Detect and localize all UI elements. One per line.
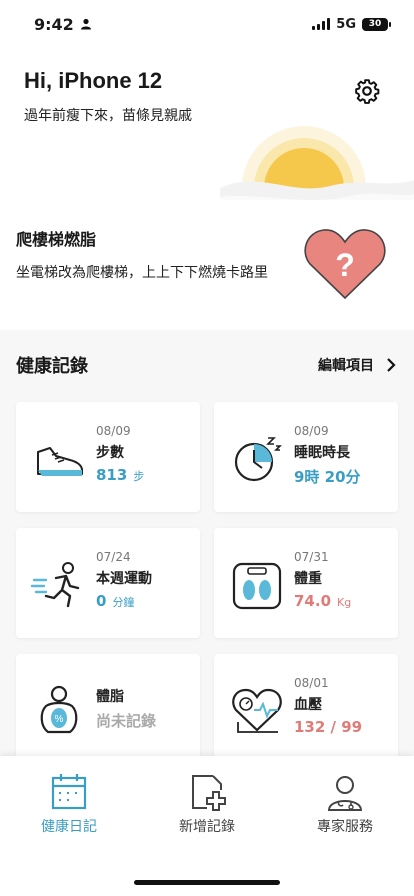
card-date: 08/09 [96, 424, 131, 438]
calendar-icon [51, 774, 87, 810]
card-value: 132 / 99 [294, 718, 363, 736]
card-date: 08/01 [294, 676, 329, 690]
records-header: 健康記錄 編輯項目 [16, 352, 396, 378]
doctor-icon [327, 776, 363, 811]
sleep-clock-icon [234, 437, 282, 482]
status-bar: 9:42 5G 30 [0, 0, 414, 48]
home-indicator[interactable] [134, 880, 280, 885]
card-value: 尚未記錄 [96, 712, 157, 730]
tip-text: 坐電梯改為爬樓梯，上上下下燃燒卡路里 [16, 265, 268, 281]
nav-expert-service[interactable]: 專家服務 [280, 772, 410, 836]
edit-items-label: 編輯項目 [318, 358, 374, 374]
blood-pressure-icon [232, 688, 282, 733]
card-date: 08/09 [294, 424, 329, 438]
header: Hi, iPhone 12 過年前瘦下來，苗條見親戚 [0, 48, 414, 200]
card-value: 0 分鐘 [96, 592, 135, 610]
card-label: 體脂 [96, 689, 124, 705]
nav-label: 健康日記 [41, 819, 97, 835]
sleep-card[interactable]: 08/09 睡眠時長 9時 20分 [214, 402, 398, 512]
gear-icon[interactable] [354, 78, 380, 104]
card-label: 步數 [96, 445, 124, 461]
greeting-title: Hi, iPhone 12 [24, 68, 163, 93]
card-value: 74.0 Kg [294, 592, 352, 610]
card-date: 07/24 [96, 550, 131, 564]
exercise-card[interactable]: 07/24 本週運動 0 分鐘 [16, 528, 200, 638]
shoe-icon [37, 447, 83, 476]
svg-text:%: % [55, 714, 64, 725]
chevron-right-icon [387, 358, 396, 372]
records-title: 健康記錄 [16, 356, 88, 377]
weight-card[interactable]: 07/31 體重 74.0 Kg [214, 528, 398, 638]
card-date: 07/31 [294, 550, 329, 564]
card-label: 本週運動 [96, 571, 152, 587]
running-icon [30, 562, 80, 608]
battery-level: 30 [368, 19, 382, 29]
greeting-subtitle: 過年前瘦下來，苗條見親戚 [24, 108, 192, 124]
edit-items-button[interactable]: 編輯項目 [318, 355, 396, 375]
clock-text: 9:42 [34, 14, 74, 34]
body-fat-icon: % [40, 685, 78, 734]
question-heart-icon: ? [304, 229, 386, 300]
signal-icon [312, 18, 331, 30]
health-tip-card[interactable]: 爬樓梯燃脂 坐電梯改為爬樓梯，上上下下燃燒卡路里 ? [0, 200, 414, 330]
blood-pressure-card[interactable]: 08/01 血壓 132 / 99 [214, 654, 398, 764]
status-time: 9:42 [34, 15, 92, 34]
nav-health-diary[interactable]: 健康日記 [4, 772, 134, 836]
card-label: 血壓 [294, 697, 322, 713]
steps-card[interactable]: 08/09 步數 813 步 [16, 402, 200, 512]
svg-text:?: ? [335, 247, 355, 283]
network-label: 5G [336, 16, 356, 32]
add-record-icon [192, 775, 226, 811]
status-indicators: 5G 30 [312, 16, 391, 32]
nav-add-record[interactable]: 新增記錄 [142, 772, 272, 836]
card-label: 體重 [294, 571, 322, 587]
bottom-navigation: 健康日記 新增記錄 專家服務 [0, 756, 414, 896]
scale-icon [232, 562, 282, 610]
card-value: 813 步 [96, 466, 145, 484]
nav-label: 專家服務 [317, 819, 373, 835]
nav-label: 新增記錄 [179, 819, 235, 835]
tip-title: 爬樓梯燃脂 [16, 230, 97, 249]
body-fat-card[interactable]: % 體脂 尚未記錄 [16, 654, 200, 764]
card-label: 睡眠時長 [294, 445, 350, 461]
sun-illustration [220, 126, 414, 200]
card-value: 9時 20分 [294, 468, 361, 486]
person-icon [80, 18, 91, 30]
battery-icon: 30 [362, 17, 391, 31]
